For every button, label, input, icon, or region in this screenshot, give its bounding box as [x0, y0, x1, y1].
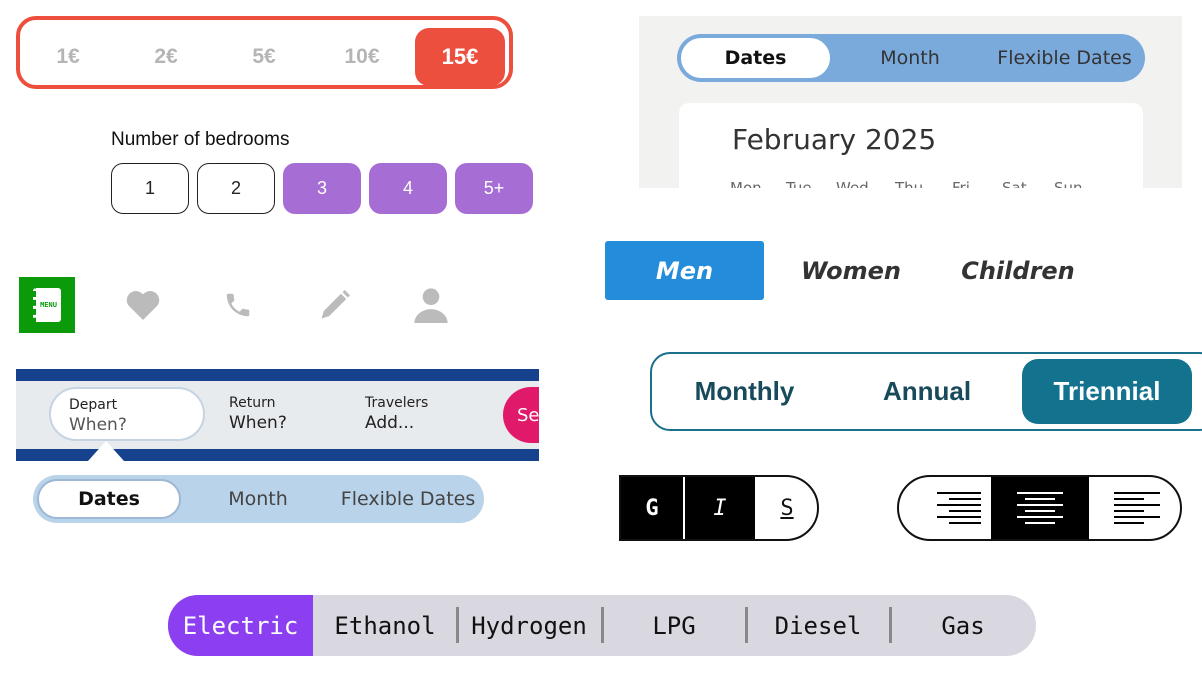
- tab-dates[interactable]: Dates: [681, 34, 830, 82]
- menu-book-icon[interactable]: MENU: [19, 277, 75, 333]
- weekday-wed: Wed: [836, 179, 869, 188]
- amount-option-2[interactable]: 2€: [121, 28, 211, 86]
- depart-value: When?: [69, 415, 127, 435]
- bedroom-option-2[interactable]: 2: [197, 163, 275, 214]
- text-align-selector: [897, 475, 1182, 541]
- phone-icon[interactable]: [210, 277, 266, 333]
- bedroom-option-3[interactable]: 3: [283, 163, 361, 214]
- tab-annual[interactable]: Annual: [847, 354, 1007, 429]
- tab-monthly[interactable]: Monthly: [662, 354, 827, 429]
- bold-button[interactable]: G: [621, 477, 683, 539]
- align-left-icon[interactable]: [1089, 477, 1180, 539]
- return-field[interactable]: Return When?: [229, 395, 287, 433]
- weekday-fri: Fri: [952, 179, 970, 188]
- bedroom-option-1[interactable]: 1: [111, 163, 189, 214]
- tab-ethanol[interactable]: Ethanol: [313, 595, 457, 656]
- bedroom-option-4[interactable]: 4: [369, 163, 447, 214]
- bedroom-option-5plus[interactable]: 5+: [455, 163, 533, 214]
- amount-option-1[interactable]: 1€: [23, 28, 113, 86]
- heart-icon[interactable]: [115, 277, 171, 333]
- tab-flexible-dates[interactable]: Flexible Dates: [987, 34, 1142, 82]
- menu-text: MENU: [33, 288, 61, 322]
- tab-dates[interactable]: Dates: [37, 475, 181, 523]
- bedrooms-label: Number of bedrooms: [111, 129, 290, 150]
- date-mode-selector: Dates Month Flexible Dates: [33, 475, 484, 523]
- depart-label: Depart: [69, 397, 118, 413]
- tab-men[interactable]: Men: [605, 241, 764, 300]
- tab-children[interactable]: Children: [940, 241, 1096, 300]
- return-label: Return: [229, 395, 276, 411]
- travelers-label: Travelers: [365, 395, 429, 411]
- weekday-mon: Mon: [730, 179, 762, 188]
- italic-button[interactable]: I: [685, 477, 755, 539]
- user-icon[interactable]: [403, 277, 459, 333]
- depart-field[interactable]: Depart When?: [49, 387, 205, 441]
- amount-option-10[interactable]: 10€: [317, 28, 407, 86]
- date-picker-mode-selector: Dates Month Flexible Dates: [677, 34, 1145, 82]
- fuel-type-selector: Electric Ethanol Hydrogen LPG Diesel Gas: [168, 595, 1036, 656]
- tab-month[interactable]: Month: [840, 34, 980, 82]
- weekday-tue: Tue: [786, 179, 812, 188]
- weekday-sun: Sun: [1054, 179, 1083, 188]
- tab-gas[interactable]: Gas: [891, 595, 1035, 656]
- align-right-icon[interactable]: [899, 477, 991, 539]
- search-button[interactable]: Se: [503, 387, 539, 443]
- tab-diesel[interactable]: Diesel: [746, 595, 890, 656]
- amount-selector: 1€ 2€ 5€ 10€ 15€: [16, 16, 513, 89]
- underline-button[interactable]: S: [755, 477, 817, 539]
- popover-pointer: [88, 441, 124, 461]
- pencil-icon[interactable]: [307, 277, 363, 333]
- align-center-icon[interactable]: [991, 477, 1089, 539]
- calendar-card: February 2025 Mon Tue Wed Thu Fri Sat Su…: [679, 103, 1143, 188]
- return-value: When?: [229, 413, 287, 433]
- travelers-field[interactable]: Travelers Add...: [365, 395, 428, 433]
- tab-lpg[interactable]: LPG: [602, 595, 746, 656]
- weekday-sat: Sat: [1002, 179, 1027, 188]
- date-picker-panel: Dates Month Flexible Dates February 2025…: [639, 16, 1182, 188]
- tab-month[interactable]: Month: [193, 475, 323, 523]
- month-title: February 2025: [732, 123, 937, 156]
- tab-electric[interactable]: Electric: [168, 595, 313, 656]
- amount-option-5[interactable]: 5€: [219, 28, 309, 86]
- tab-women[interactable]: Women: [780, 241, 922, 300]
- tab-hydrogen[interactable]: Hydrogen: [457, 595, 601, 656]
- text-style-selector: G I S: [619, 475, 819, 541]
- tab-triennial[interactable]: Triennial: [1022, 359, 1192, 424]
- travelers-value: Add...: [365, 413, 415, 433]
- tab-flexible-dates[interactable]: Flexible Dates: [333, 475, 483, 523]
- weekday-thu: Thu: [895, 179, 924, 188]
- amount-option-15[interactable]: 15€: [415, 28, 505, 86]
- billing-period-selector: Monthly Annual Triennial: [650, 352, 1202, 431]
